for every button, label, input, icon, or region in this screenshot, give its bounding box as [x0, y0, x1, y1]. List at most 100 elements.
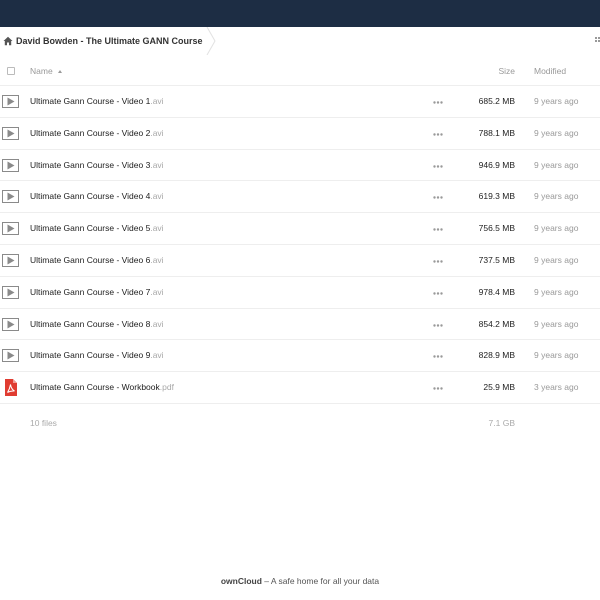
- file-size: 737.5 MB: [478, 254, 515, 265]
- file-extension: .avi: [150, 159, 164, 170]
- file-extension: .avi: [150, 191, 164, 202]
- more-actions-icon[interactable]: [433, 164, 443, 168]
- file-name[interactable]: Ultimate Gann Course - Video 1.avi: [30, 96, 164, 106]
- file-name[interactable]: Ultimate Gann Course - Video 8.avi: [30, 319, 164, 329]
- file-modified: 9 years ago: [534, 318, 579, 329]
- file-base-name: Ultimate Gann Course - Video 9: [30, 350, 151, 361]
- file-base-name: Ultimate Gann Course - Video 5: [30, 223, 151, 234]
- file-modified: 9 years ago: [534, 254, 579, 265]
- file-modified: 9 years ago: [534, 127, 579, 138]
- file-row[interactable]: Ultimate Gann Course - Video 3.avi 946.9…: [0, 150, 600, 182]
- video-file-icon: [2, 253, 19, 267]
- file-extension: .avi: [150, 318, 164, 329]
- file-modified: 9 years ago: [534, 223, 579, 234]
- file-row[interactable]: Ultimate Gann Course - Video 4.avi 619.3…: [0, 181, 600, 214]
- file-modified: 9 years ago: [534, 159, 579, 170]
- sort-by-size[interactable]: Size: [498, 66, 515, 76]
- breadcrumb-folder[interactable]: David Bowden - The Ultimate GANN Course: [0, 27, 219, 55]
- file-size: 619.3 MB: [478, 191, 515, 202]
- file-modified: 9 years ago: [534, 191, 579, 202]
- video-file-icon: [2, 317, 19, 331]
- breadcrumb-separator-icon: [206, 27, 216, 55]
- file-base-name: Ultimate Gann Course - Video 3: [30, 159, 151, 170]
- file-row[interactable]: Ultimate Gann Course - Video 6.avi 737.5…: [0, 245, 600, 277]
- video-file-icon: [2, 95, 19, 108]
- file-count: 10 files: [30, 418, 57, 428]
- more-actions-icon[interactable]: [433, 228, 443, 231]
- more-actions-icon[interactable]: [433, 260, 443, 263]
- more-actions-icon[interactable]: [433, 292, 443, 295]
- video-file-icon: [2, 349, 19, 363]
- video-file-icon: [2, 190, 19, 204]
- file-base-name: Ultimate Gann Course - Video 4: [30, 191, 151, 202]
- file-name[interactable]: Ultimate Gann Course - Video 4.avi: [30, 191, 164, 201]
- file-name[interactable]: Ultimate Gann Course - Video 9.avi: [30, 350, 164, 360]
- file-size: 978.4 MB: [478, 286, 515, 297]
- file-modified: 3 years ago: [534, 382, 579, 393]
- file-extension: .avi: [150, 286, 164, 297]
- file-extension: .avi: [150, 254, 164, 265]
- video-file-icon: [2, 285, 19, 299]
- sort-by-modified[interactable]: Modified: [534, 66, 566, 76]
- file-base-name: Ultimate Gann Course - Video 8: [30, 318, 151, 329]
- file-base-name: Ultimate Gann Course - Video 2: [30, 127, 151, 138]
- file-row[interactable]: Ultimate Gann Course - Video 5.avi 756.5…: [0, 213, 600, 245]
- more-actions-icon[interactable]: [433, 196, 443, 200]
- home-icon[interactable]: [3, 36, 13, 46]
- select-all-checkbox[interactable]: [7, 67, 15, 75]
- file-base-name: Ultimate Gann Course - Video 6: [30, 254, 151, 265]
- grid-view-icon[interactable]: [595, 37, 600, 45]
- file-base-name: Ultimate Gann Course - Video 1: [30, 96, 151, 106]
- file-size: 756.5 MB: [478, 223, 515, 234]
- file-name[interactable]: Ultimate Gann Course - Workbook.pdf: [30, 382, 174, 392]
- file-extension: .avi: [150, 127, 164, 138]
- file-modified: 9 years ago: [534, 96, 579, 106]
- sort-by-name[interactable]: Name: [30, 66, 62, 76]
- file-base-name: Ultimate Gann Course - Workbook: [30, 382, 160, 393]
- sort-ascending-icon: [57, 70, 62, 73]
- video-file-icon: [2, 222, 19, 236]
- file-extension: .avi: [150, 223, 164, 234]
- file-size: 946.9 MB: [478, 159, 515, 170]
- file-extension: .avi: [150, 96, 164, 106]
- file-size: 788.1 MB: [478, 127, 515, 138]
- footer-brand-link[interactable]: ownCloud: [221, 576, 262, 586]
- file-size: 854.2 MB: [478, 318, 515, 329]
- file-list-summary: 10 files 7.1 GB: [0, 414, 600, 434]
- file-name[interactable]: Ultimate Gann Course - Video 2.avi: [30, 128, 164, 138]
- file-list-header: Name Size Modified: [0, 56, 600, 86]
- file-row[interactable]: Ultimate Gann Course - Video 1.avi 685.2…: [0, 86, 600, 118]
- file-name[interactable]: Ultimate Gann Course - Video 3.avi: [30, 160, 164, 170]
- file-size: 685.2 MB: [478, 96, 515, 106]
- more-actions-icon[interactable]: [433, 387, 443, 390]
- file-name[interactable]: Ultimate Gann Course - Video 5.avi: [30, 223, 164, 233]
- name-column-label: Name: [30, 66, 53, 76]
- footer: ownCloud – A safe home for all your data: [0, 576, 600, 586]
- total-size: 7.1 GB: [488, 418, 515, 428]
- file-row[interactable]: Ultimate Gann Course - Workbook.pdf 25.9…: [0, 372, 600, 404]
- file-row[interactable]: Ultimate Gann Course - Video 9.avi 828.9…: [0, 340, 600, 373]
- video-file-icon: [2, 126, 19, 140]
- file-extension: .avi: [150, 350, 164, 361]
- breadcrumb: David Bowden - The Ultimate GANN Course: [0, 27, 600, 55]
- more-actions-icon[interactable]: [433, 323, 443, 327]
- video-file-icon: [2, 158, 19, 172]
- more-actions-icon[interactable]: [433, 101, 443, 104]
- file-modified: 9 years ago: [534, 350, 579, 361]
- pdf-file-icon: [5, 379, 17, 397]
- file-extension: .pdf: [159, 382, 174, 393]
- file-name[interactable]: Ultimate Gann Course - Video 6.avi: [30, 255, 164, 265]
- file-row[interactable]: Ultimate Gann Course - Video 2.avi 788.1…: [0, 118, 600, 150]
- file-size: 828.9 MB: [478, 350, 515, 361]
- more-actions-icon[interactable]: [433, 355, 443, 359]
- file-row[interactable]: Ultimate Gann Course - Video 7.avi 978.4…: [0, 277, 600, 309]
- file-size: 25.9 MB: [483, 382, 515, 393]
- file-row[interactable]: Ultimate Gann Course - Video 8.avi 854.2…: [0, 309, 600, 341]
- breadcrumb-folder-name[interactable]: David Bowden - The Ultimate GANN Course: [16, 36, 203, 46]
- file-name[interactable]: Ultimate Gann Course - Video 7.avi: [30, 287, 164, 297]
- more-actions-icon[interactable]: [433, 133, 443, 136]
- footer-tagline: – A safe home for all your data: [261, 576, 380, 586]
- file-base-name: Ultimate Gann Course - Video 7: [30, 286, 151, 297]
- top-bar: [0, 0, 600, 27]
- file-modified: 9 years ago: [534, 286, 579, 297]
